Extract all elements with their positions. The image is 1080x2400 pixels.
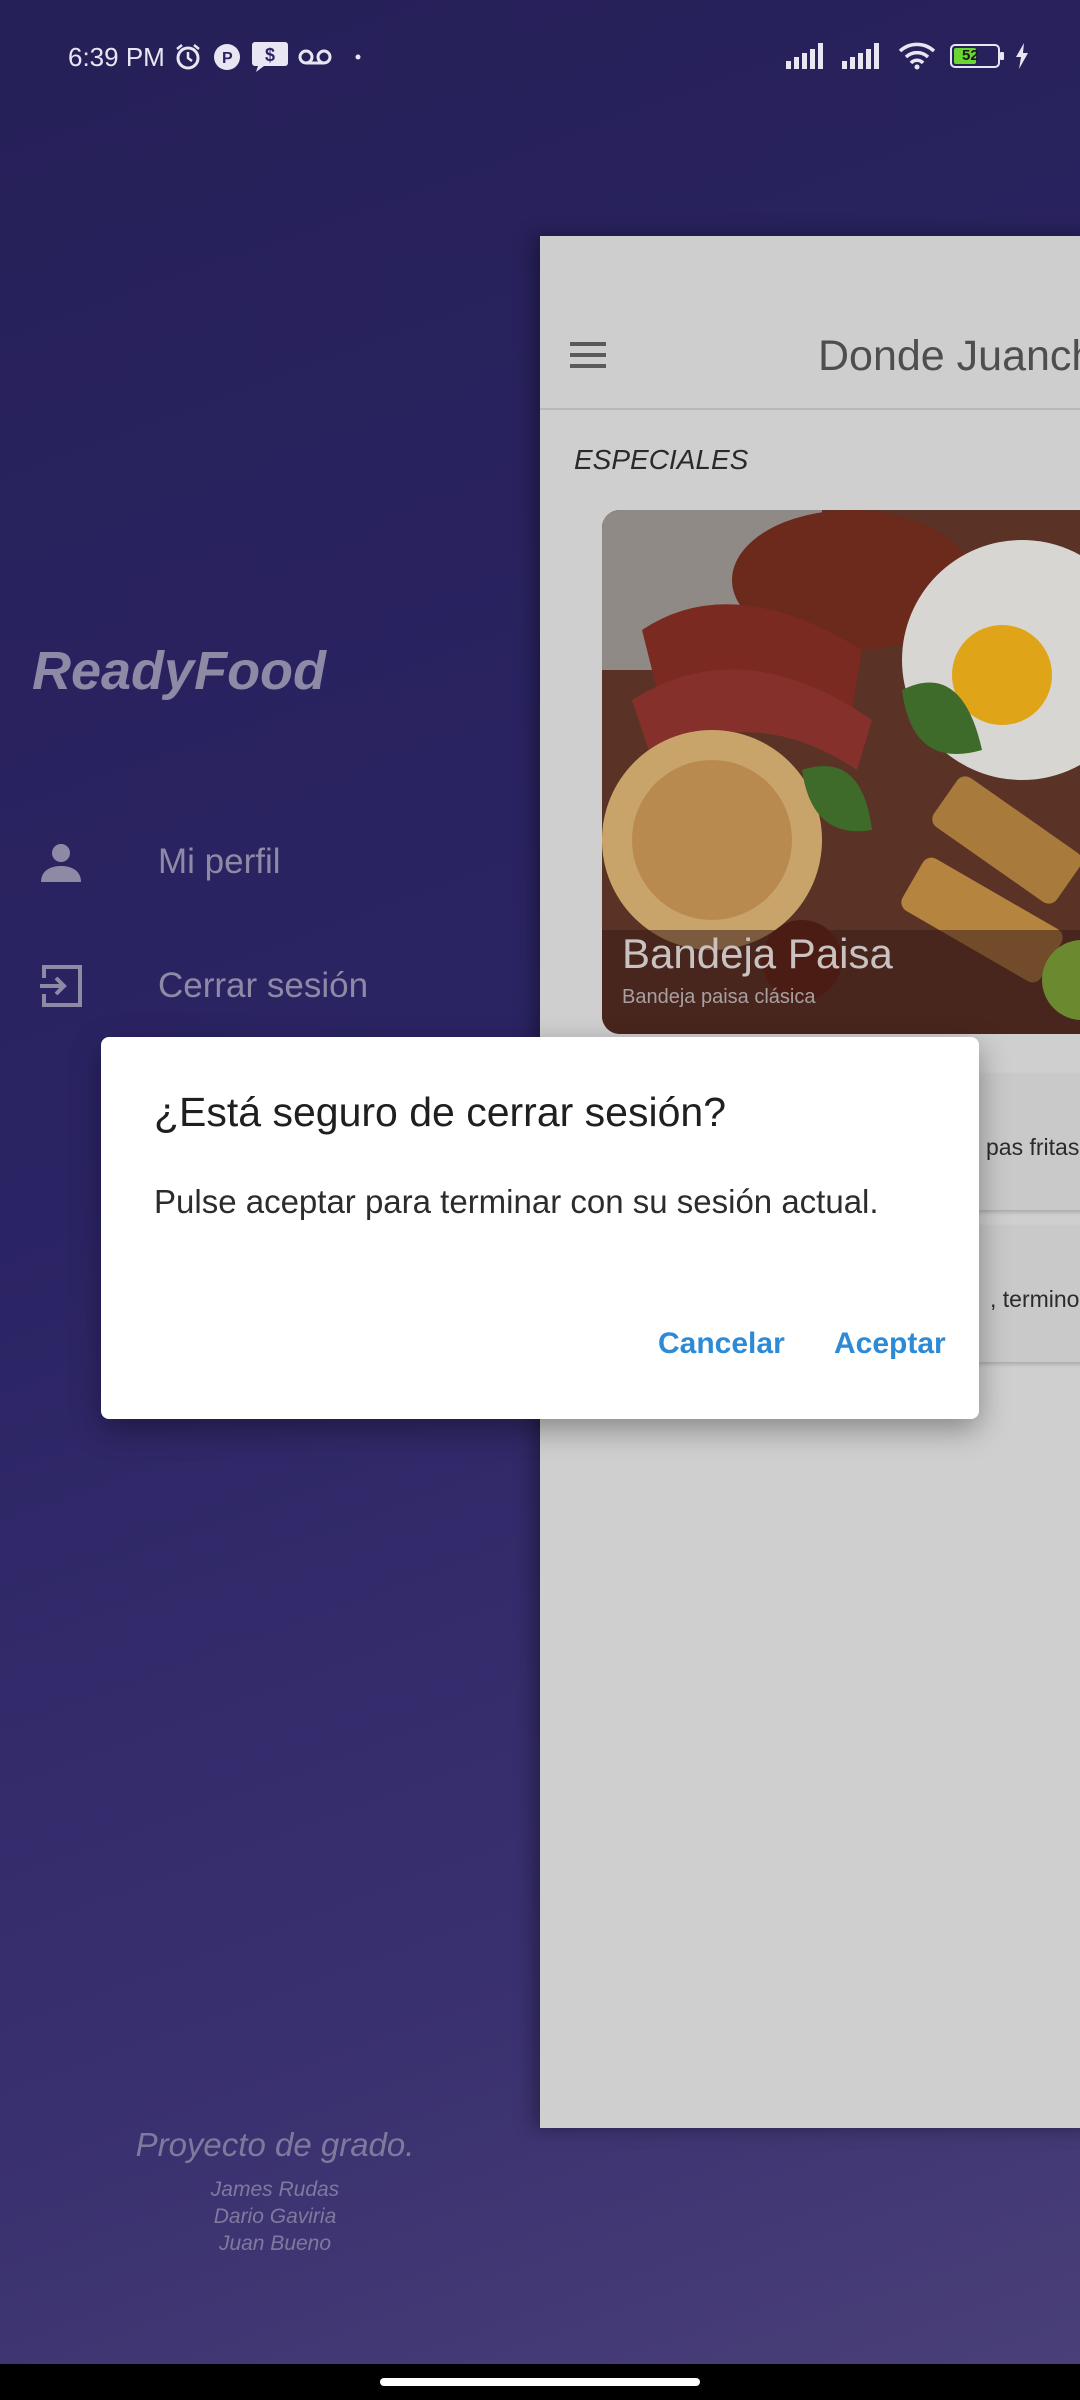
footer-author: Dario Gaviria <box>213 2205 337 2228</box>
dialog-message: Pulse aceptar para terminar con su sesió… <box>154 1183 879 1220</box>
dialog-title: ¿Está seguro de cerrar sesión? <box>154 1089 726 1135</box>
status-left-icons: P $ <box>172 40 366 74</box>
battery-level: 52 <box>962 47 979 64</box>
cancel-button[interactable]: Cancelar <box>658 1327 785 1361</box>
list-item-text: pas fritas <box>986 1134 1080 1160</box>
status-right-icons: 52 <box>786 42 1030 70</box>
message-dollar-icon: $ <box>252 42 288 72</box>
footer-author: James Rudas <box>210 2178 340 2201</box>
menu-icon[interactable] <box>570 342 606 368</box>
person-icon <box>32 833 90 891</box>
accept-button[interactable]: Aceptar <box>834 1327 946 1361</box>
battery-icon: 52 <box>950 44 1004 68</box>
signal-icon <box>786 43 823 69</box>
logout-icon <box>32 957 90 1015</box>
footer-project: Proyecto de grado. <box>135 2126 415 2163</box>
status-time: 6:39 PM <box>68 42 165 72</box>
special-dish-name: Bandeja Paisa <box>622 930 893 977</box>
drawer-item-label: Cerrar sesión <box>158 966 369 1005</box>
app-bar: Donde Juancho <box>540 236 1080 410</box>
section-label: ESPECIALES <box>574 444 749 475</box>
special-dish-description: Bandeja paisa clásica <box>622 986 816 1008</box>
charging-icon <box>1016 43 1028 69</box>
alarm-icon <box>176 44 200 70</box>
logout-confirm-dialog: ¿Está seguro de cerrar sesión? Pulse ace… <box>101 1037 979 1419</box>
svg-text:P: P <box>222 50 233 67</box>
drawer-app-name: ReadyFood <box>32 641 327 701</box>
dot-icon <box>355 54 361 60</box>
navigation-bar <box>0 2364 1080 2400</box>
footer-author: Juan Bueno <box>218 2232 332 2255</box>
svg-text:$: $ <box>265 45 275 65</box>
voicemail-icon <box>298 49 332 65</box>
notification-p-icon: P <box>214 44 240 70</box>
signal-icon <box>842 43 879 69</box>
drawer-item-label: Mi perfil <box>158 842 281 881</box>
special-dish-card[interactable]: Bandeja Paisa Bandeja paisa clásica <box>602 510 1080 1034</box>
screen: 6:39 PM P $ 52 ReadyFood Mi perfil Cerra… <box>0 0 1080 2364</box>
home-gesture-handle[interactable] <box>380 2378 700 2386</box>
status-bar: 6:39 PM P $ 52 <box>0 0 1080 118</box>
wifi-icon <box>898 42 936 70</box>
app-bar-title: Donde Juancho <box>818 332 1080 380</box>
drawer-item-cerrar-sesion[interactable]: Cerrar sesión <box>32 946 512 1026</box>
footer-authors: James Rudas Dario Gaviria Juan Bueno <box>0 2176 550 2257</box>
drawer-item-mi-perfil[interactable]: Mi perfil <box>32 822 512 902</box>
list-item-text: , termino <box>990 1286 1080 1312</box>
